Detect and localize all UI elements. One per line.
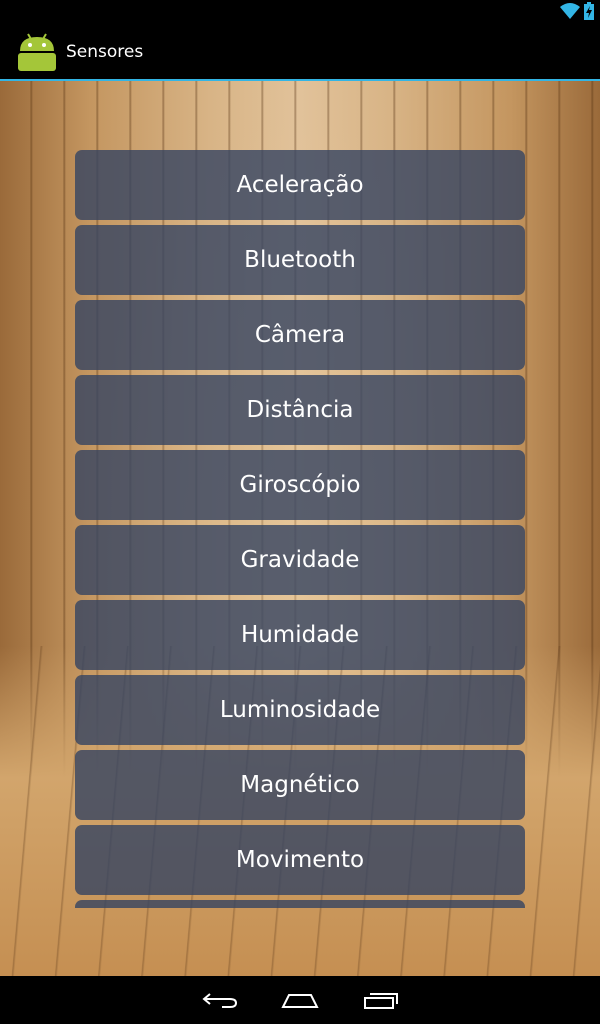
sensor-item-aceleracao[interactable]: Aceleração [75,150,525,220]
navigation-bar [0,976,600,1024]
wifi-icon [560,3,580,19]
sensor-item-movimento[interactable]: Movimento [75,825,525,895]
battery-charging-icon [584,2,594,20]
sensor-item-humidade[interactable]: Humidade [75,600,525,670]
sensor-item-bluetooth[interactable]: Bluetooth [75,225,525,295]
home-button[interactable] [270,980,330,1020]
back-icon [202,993,238,1008]
back-button[interactable] [190,980,250,1020]
sensor-item-magnetico[interactable]: Magnético [75,750,525,820]
sensor-list[interactable]: Aceleração Bluetooth Câmera Distância Gi… [75,150,525,908]
sensor-item-camera[interactable]: Câmera [75,300,525,370]
sensor-item-giroscopio[interactable]: Giroscópio [75,450,525,520]
content-area: Aceleração Bluetooth Câmera Distância Gi… [0,81,600,976]
sensor-item-partial[interactable] [75,900,525,908]
home-icon [281,994,319,1008]
app-title: Sensores [66,42,144,62]
action-bar: Sensores [0,25,600,81]
sensor-item-gravidade[interactable]: Gravidade [75,525,525,595]
sensor-item-distancia[interactable]: Distância [75,375,525,445]
recent-apps-button[interactable] [351,980,411,1020]
android-icon[interactable] [16,31,58,73]
sensor-item-luminosidade[interactable]: Luminosidade [75,675,525,745]
status-bar [0,0,600,25]
recent-apps-icon [364,993,398,1009]
